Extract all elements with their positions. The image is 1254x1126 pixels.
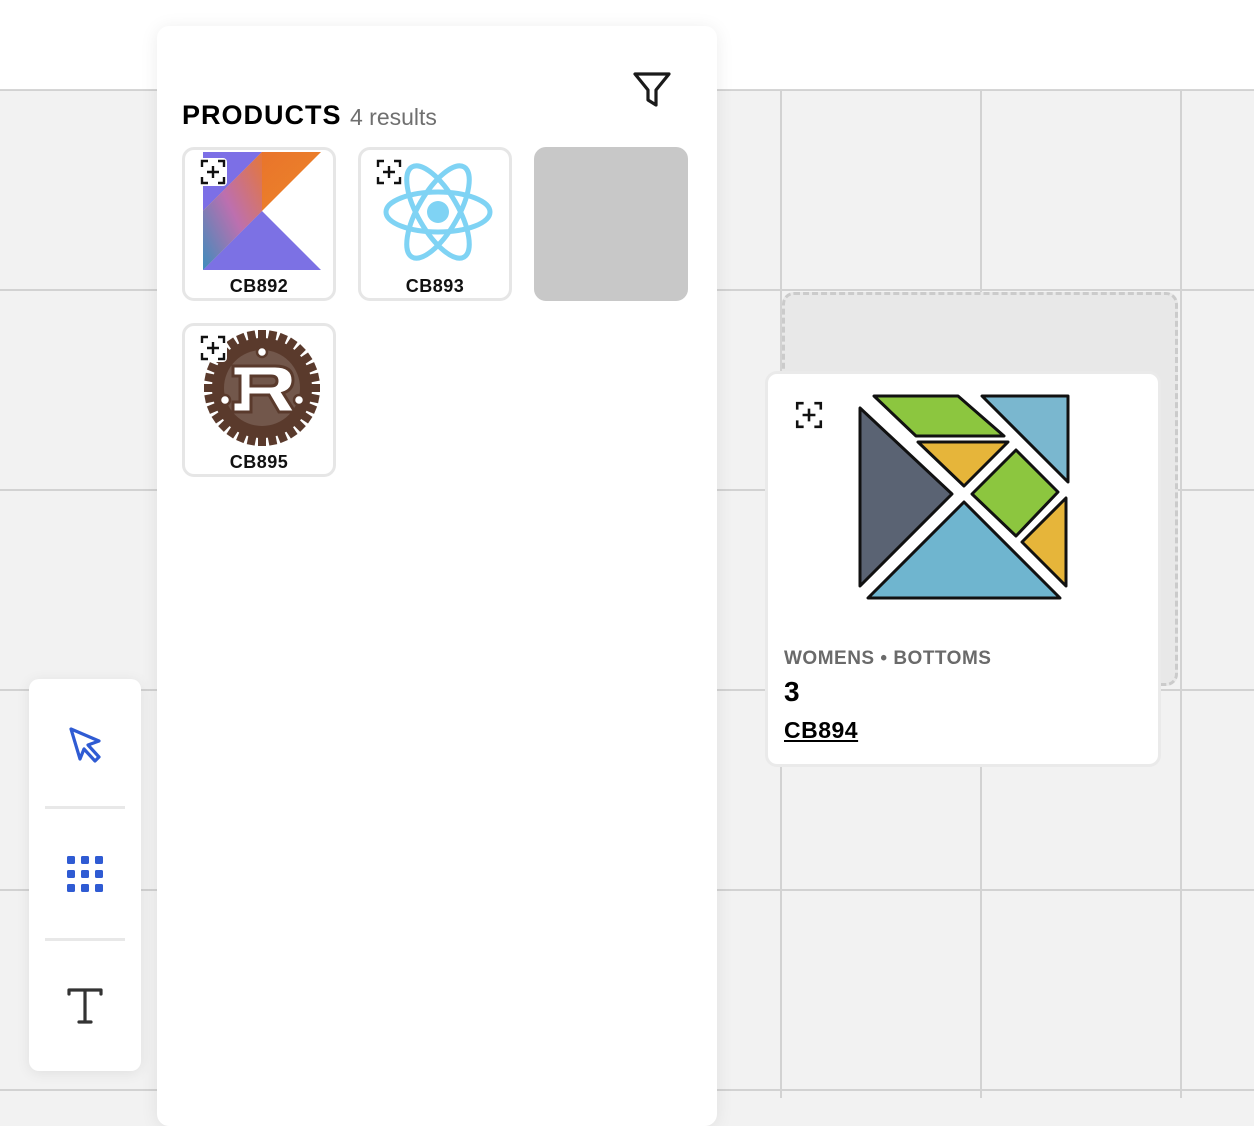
add-frame-icon bbox=[795, 401, 823, 429]
product-code: CB892 bbox=[229, 276, 289, 296]
product-code-link[interactable]: CB894 bbox=[784, 717, 858, 744]
products-panel: PRODUCTS 4 results CB892 CB893 CB895 bbox=[157, 26, 717, 1126]
product-category: WOMENS • BOTTOMS bbox=[784, 648, 992, 669]
product-tile-cb895[interactable]: CB895 bbox=[182, 323, 336, 477]
add-frame-icon bbox=[200, 335, 226, 361]
panel-title: PRODUCTS bbox=[182, 100, 342, 130]
text-tool-button[interactable] bbox=[55, 976, 115, 1036]
product-code: CB893 bbox=[405, 276, 465, 296]
result-count: 4 results bbox=[350, 104, 437, 130]
add-to-canvas-button[interactable] bbox=[794, 400, 824, 430]
add-to-canvas-button[interactable] bbox=[375, 158, 403, 186]
filter-button[interactable] bbox=[631, 70, 673, 110]
product-tile-placeholder bbox=[534, 147, 688, 301]
add-to-canvas-button[interactable] bbox=[199, 158, 227, 186]
product-tile-cb892[interactable]: CB892 bbox=[182, 147, 336, 301]
select-arrow-icon bbox=[69, 727, 101, 763]
text-tool-icon bbox=[67, 988, 103, 1024]
add-frame-icon bbox=[200, 159, 226, 185]
add-frame-icon bbox=[376, 159, 402, 185]
product-code: CB895 bbox=[229, 452, 289, 472]
grid-dots-icon bbox=[67, 856, 103, 892]
filter-icon bbox=[633, 72, 671, 107]
canvas-product-card[interactable]: WOMENS • BOTTOMS 3 CB894 bbox=[765, 371, 1161, 767]
product-quantity: 3 bbox=[784, 676, 800, 707]
select-tool-button[interactable] bbox=[55, 713, 115, 773]
toolbar-divider bbox=[45, 806, 125, 809]
elm-tangram-logo-icon bbox=[858, 394, 1070, 600]
product-tile-cb893[interactable]: CB893 bbox=[358, 147, 512, 301]
tool-palette bbox=[29, 679, 141, 1071]
grid-tool-button[interactable] bbox=[55, 844, 115, 904]
toolbar-divider bbox=[45, 938, 125, 941]
add-to-canvas-button[interactable] bbox=[199, 334, 227, 362]
